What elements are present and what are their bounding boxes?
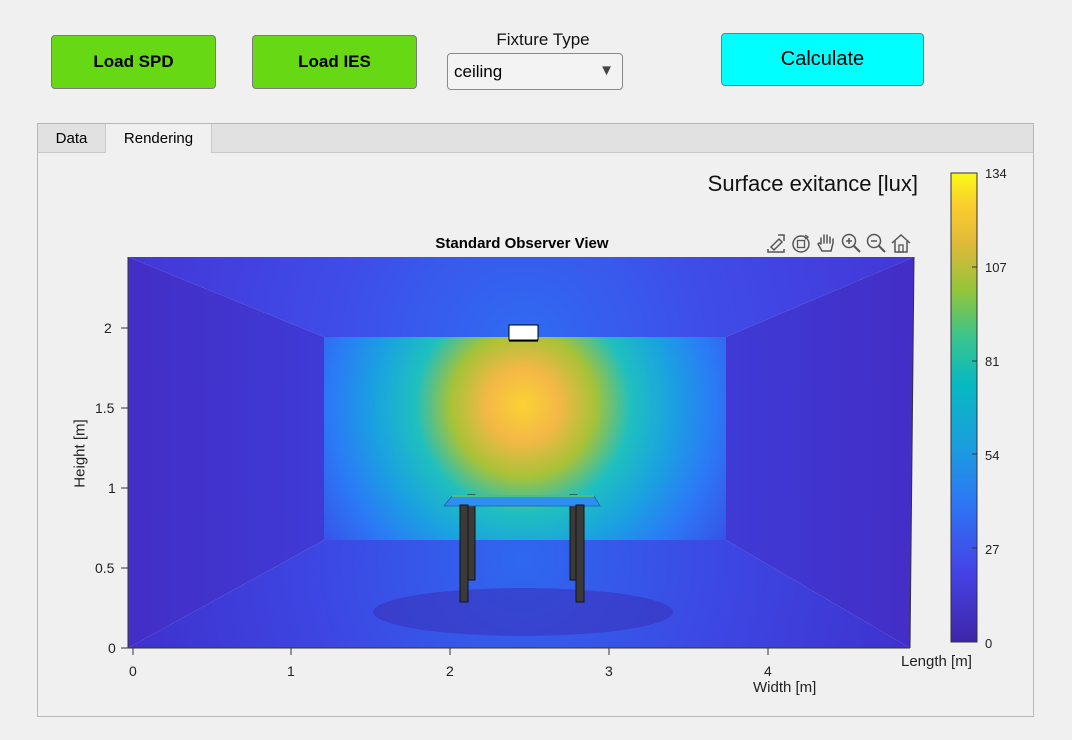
y-tick-label: 0 [108, 640, 116, 656]
y-axis-label: Height [m] [71, 419, 89, 488]
x-tick-label: 3 [605, 663, 613, 679]
y-tick-label: 1.5 [95, 400, 115, 416]
room-rendering [121, 256, 915, 655]
x-tick-label: 4 [764, 663, 772, 679]
x-axis-label: Width [m] [753, 679, 817, 696]
y-tick-label: 2 [104, 320, 112, 336]
z-axis-label: Length [m] [901, 653, 972, 670]
x-tick-label: 2 [446, 663, 454, 679]
y-tick-label: 0.5 [95, 560, 115, 576]
y-tick-label: 1 [108, 480, 116, 496]
x-tick-label: 1 [287, 663, 295, 679]
back-wall-surface [324, 337, 726, 540]
x-tick-label: 0 [129, 663, 137, 679]
light-fixture [508, 324, 539, 341]
table-shadow [373, 588, 673, 636]
